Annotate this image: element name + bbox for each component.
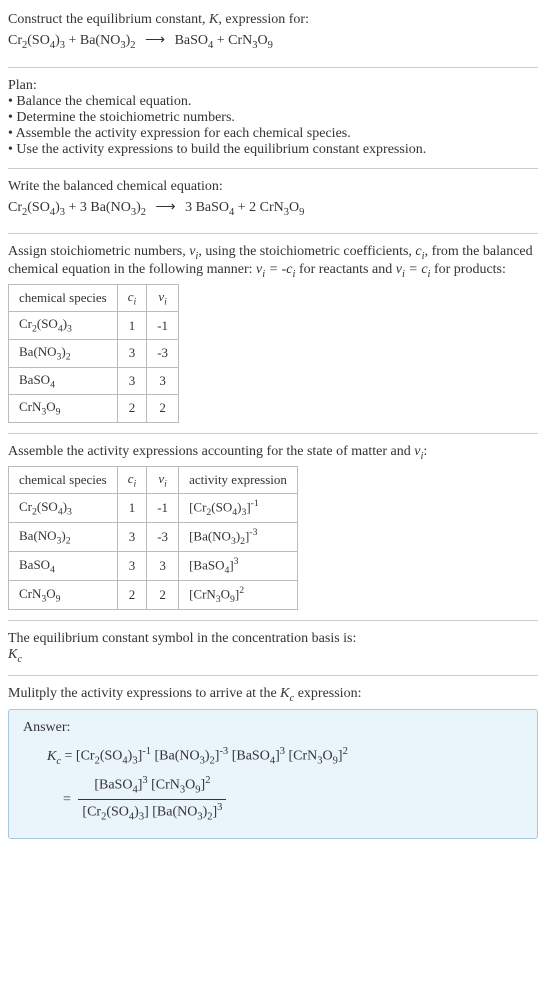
species-cell: Ba(NO3)2 [9, 523, 118, 552]
table-row: Ba(NO3)2 3 -3 [9, 339, 179, 367]
col-ci: ci [117, 284, 147, 312]
stoich-t1: Assign stoichiometric numbers, [8, 244, 189, 259]
eqsym-text: The equilibrium constant symbol in the c… [8, 631, 538, 647]
col-species: chemical species [9, 466, 118, 494]
c-i: ci [415, 244, 424, 259]
stoich-t4: for reactants and [295, 262, 395, 277]
kc-expression-line2: = [BaSO4]3 [CrN3O9]2 [Cr2(SO4)3] [Ba(NO3… [23, 773, 523, 827]
species-cell: Cr2(SO4)3 [9, 494, 118, 523]
col-species: chemical species [9, 284, 118, 312]
intro-section: Construct the equilibrium constant, K, e… [8, 8, 538, 61]
answer-box: Answer: Kc = [Cr2(SO4)3]-1 [Ba(NO3)2]-3 … [8, 709, 538, 839]
nu-eq: νi = -ci [256, 262, 295, 277]
col-activity: activity expression [179, 466, 298, 494]
assemble-t1: Assemble the activity expressions accoun… [8, 444, 414, 459]
unbalanced-equation: Cr2(SO4)3 + Ba(NO3)2 ⟶ BaSO4 + CrN3O9 [8, 30, 538, 55]
assemble-t2: : [423, 444, 427, 459]
plan-heading: Plan: [8, 78, 538, 94]
vi-cell: 3 [147, 367, 179, 395]
ci-cell: 1 [117, 494, 147, 523]
multiply-t2: expression: [294, 686, 361, 701]
species-cell: BaSO4 [9, 367, 118, 395]
vi-cell: -1 [147, 312, 179, 340]
balanced-heading: Write the balanced chemical equation: [8, 179, 538, 195]
answer-label: Answer: [23, 720, 523, 736]
activity-cell: [CrN3O9]2 [179, 580, 298, 609]
divider [8, 233, 538, 234]
vi-cell: -3 [147, 339, 179, 367]
stoich-t5: for products: [430, 262, 505, 277]
nu-eq2: νi = ci [396, 262, 431, 277]
numerator: [BaSO4]3 [CrN3O9]2 [78, 773, 226, 800]
activity-cell: [Ba(NO3)2]-3 [179, 523, 298, 552]
plan-section: Plan: • Balance the chemical equation. •… [8, 74, 538, 162]
nu-i: νi [189, 244, 198, 259]
table-header-row: chemical species ci νi [9, 284, 179, 312]
kc-symbol: Kc [8, 647, 538, 665]
intro-pre: Construct the equilibrium constant, [8, 12, 209, 27]
multiply-section: Mulitply the activity expressions to arr… [8, 682, 538, 844]
divider [8, 67, 538, 68]
col-vi: νi [147, 284, 179, 312]
table-header-row: chemical species ci νi activity expressi… [9, 466, 298, 494]
balanced-section: Write the balanced chemical equation: Cr… [8, 175, 538, 228]
table-row: Ba(NO3)2 3 -3 [Ba(NO3)2]-3 [9, 523, 298, 552]
multiply-t1: Mulitply the activity expressions to arr… [8, 686, 280, 701]
species-cell: CrN3O9 [9, 395, 118, 423]
divider [8, 168, 538, 169]
activity-cell: [BaSO4]3 [179, 551, 298, 580]
table-row: CrN3O9 2 2 [9, 395, 179, 423]
activity-table: chemical species ci νi activity expressi… [8, 466, 298, 610]
ci-cell: 3 [117, 367, 147, 395]
ci-cell: 3 [117, 339, 147, 367]
intro-post: , expression for: [218, 12, 309, 27]
assemble-text: Assemble the activity expressions accoun… [8, 444, 538, 462]
species-cell: CrN3O9 [9, 580, 118, 609]
kc-inline: Kc [280, 686, 294, 701]
species-cell: Cr2(SO4)3 [9, 312, 118, 340]
col-ci: ci [117, 466, 147, 494]
vi-cell: 2 [147, 580, 179, 609]
species-cell: Ba(NO3)2 [9, 339, 118, 367]
table-row: BaSO4 3 3 [BaSO4]3 [9, 551, 298, 580]
intro-k: K [209, 12, 218, 27]
balanced-equation: Cr2(SO4)3 + 3 Ba(NO3)2 ⟶ 3 BaSO4 + 2 CrN… [8, 197, 538, 222]
stoich-text: Assign stoichiometric numbers, νi, using… [8, 244, 538, 280]
divider [8, 620, 538, 621]
table-row: Cr2(SO4)3 1 -1 [9, 312, 179, 340]
stoich-section: Assign stoichiometric numbers, νi, using… [8, 240, 538, 427]
col-vi: νi [147, 466, 179, 494]
ci-cell: 2 [117, 580, 147, 609]
table-row: CrN3O9 2 2 [CrN3O9]2 [9, 580, 298, 609]
vi-cell: 2 [147, 395, 179, 423]
vi-cell: 3 [147, 551, 179, 580]
intro-text: Construct the equilibrium constant, K, e… [8, 12, 538, 28]
activity-cell: [Cr2(SO4)3]-1 [179, 494, 298, 523]
divider [8, 675, 538, 676]
plan-item: • Determine the stoichiometric numbers. [8, 110, 538, 126]
vi-cell: -3 [147, 523, 179, 552]
fraction: [BaSO4]3 [CrN3O9]2 [Cr2(SO4)3] [Ba(NO3)2… [78, 773, 226, 827]
plan-item: • Use the activity expressions to build … [8, 142, 538, 158]
multiply-text: Mulitply the activity expressions to arr… [8, 686, 538, 704]
ci-cell: 3 [117, 523, 147, 552]
table-row: Cr2(SO4)3 1 -1 [Cr2(SO4)3]-1 [9, 494, 298, 523]
species-cell: BaSO4 [9, 551, 118, 580]
plan-item: • Assemble the activity expression for e… [8, 126, 538, 142]
denominator: [Cr2(SO4)3] [Ba(NO3)2]3 [78, 800, 226, 826]
divider [8, 433, 538, 434]
ci-cell: 2 [117, 395, 147, 423]
ci-cell: 3 [117, 551, 147, 580]
kc-expression-line1: Kc = [Cr2(SO4)3]-1 [Ba(NO3)2]-3 [BaSO4]3… [23, 744, 523, 770]
stoich-t2: , using the stoichiometric coefficients, [198, 244, 415, 259]
table-row: BaSO4 3 3 [9, 367, 179, 395]
ci-cell: 1 [117, 312, 147, 340]
eqsym-section: The equilibrium constant symbol in the c… [8, 627, 538, 669]
vi-cell: -1 [147, 494, 179, 523]
plan-item: • Balance the chemical equation. [8, 94, 538, 110]
assemble-section: Assemble the activity expressions accoun… [8, 440, 538, 614]
stoich-table: chemical species ci νi Cr2(SO4)3 1 -1 Ba… [8, 284, 179, 423]
